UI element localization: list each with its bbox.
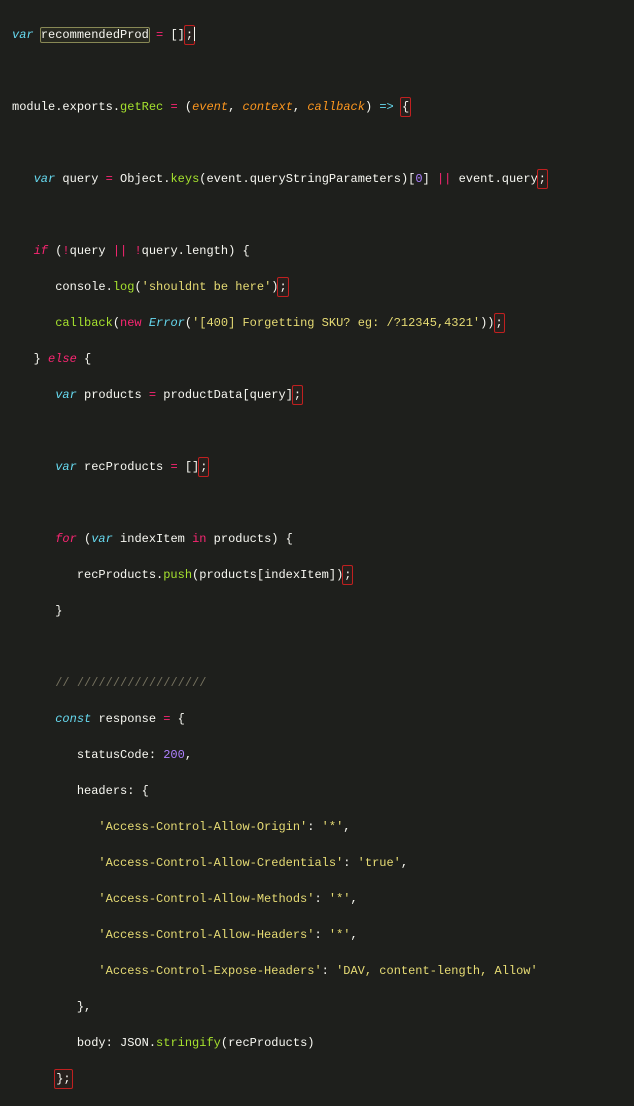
code-line: var query = Object.keys(event.queryStrin… [12,170,622,188]
semi-highlight: ; [199,458,208,476]
code-line [12,206,622,224]
semi-highlight: ; [278,278,287,296]
code-editor[interactable]: var recommendedProd = []; module.exports… [0,0,634,1106]
code-line [12,494,622,512]
code-line: if (!query || !query.length) { [12,242,622,260]
semi-highlight: ; [343,566,352,584]
code-line: 'Access-Control-Allow-Methods': '*', [12,890,622,908]
semi-highlight: ; [185,26,194,44]
code-line: 'Access-Control-Allow-Origin': '*', [12,818,622,836]
code-line: statusCode: 200, [12,746,622,764]
code-line [12,422,622,440]
code-line: var products = productData[query]; [12,386,622,404]
semi-highlight: ; [495,314,504,332]
code-line: callback(new Error('[400] Forgetting SKU… [12,314,622,332]
code-line: } [12,602,622,620]
code-line [12,638,622,656]
semi-highlight: ; [538,170,547,188]
code-line: var recommendedProd = []; [12,26,622,44]
code-line: recProducts.push(products[indexItem]); [12,566,622,584]
code-line: // ////////////////// [12,674,622,692]
code-line: headers: { [12,782,622,800]
code-line: body: JSON.stringify(recProducts) [12,1034,622,1052]
code-line: var recProducts = []; [12,458,622,476]
code-line: } else { [12,350,622,368]
code-line: 'Access-Control-Allow-Headers': '*', [12,926,622,944]
cursor-icon [194,27,195,41]
brace-highlight: }; [55,1070,71,1088]
code-line: const response = { [12,710,622,728]
code-line: console.log('shouldnt be here'); [12,278,622,296]
code-line: }, [12,998,622,1016]
code-line [12,134,622,152]
code-line: }; [12,1070,622,1088]
brace-highlight: { [401,98,410,116]
selection: recommendedProd [41,28,149,42]
code-line: module.exports.getRec = (event, context,… [12,98,622,116]
code-line [12,62,622,80]
code-line: for (var indexItem in products) { [12,530,622,548]
keyword-var: var [12,28,34,42]
code-line: 'Access-Control-Allow-Credentials': 'tru… [12,854,622,872]
semi-highlight: ; [293,386,302,404]
code-line: 'Access-Control-Expose-Headers': 'DAV, c… [12,962,622,980]
